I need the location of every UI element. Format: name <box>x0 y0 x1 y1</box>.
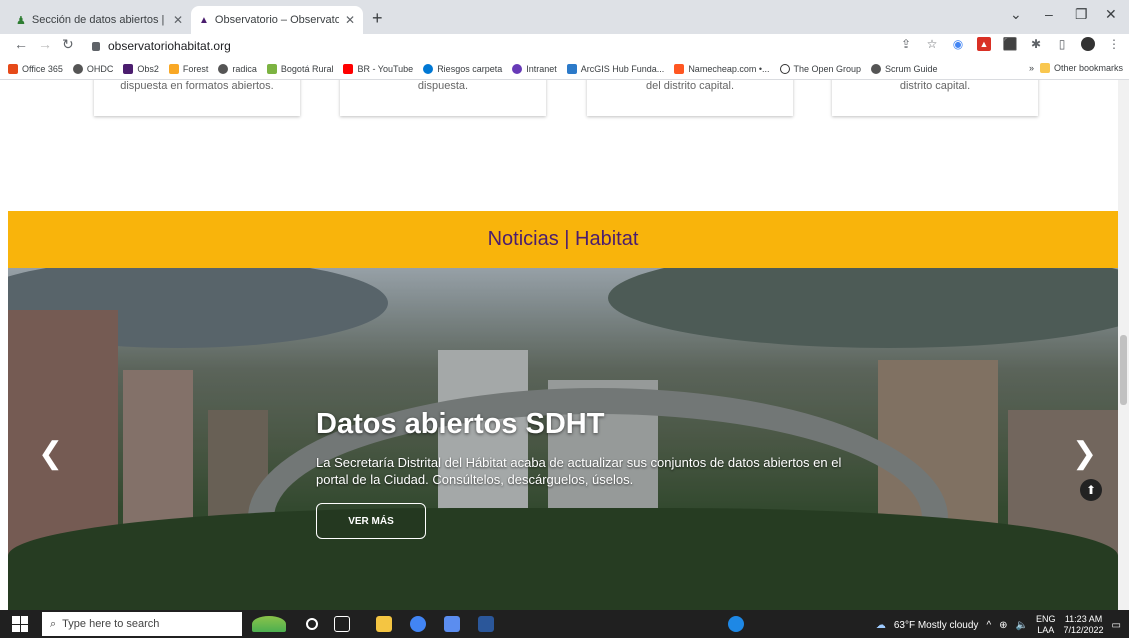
language-indicator[interactable]: ENG LAA <box>1036 614 1056 636</box>
extension-icon[interactable]: ◉ <box>951 37 965 51</box>
lock-icon <box>92 41 100 51</box>
sidebar-icon[interactable]: ▯ <box>1055 37 1069 51</box>
browser-toolbar: ← → ↻ observatoriohabitat.org ⇪ ☆ ◉ ▲ ⬛ … <box>0 34 1129 58</box>
reload-icon[interactable]: ↻ <box>62 36 74 53</box>
folder-icon <box>1039 63 1050 73</box>
bookmarks-overflow-icon[interactable]: » <box>1029 63 1034 73</box>
bookmark-item[interactable]: radica <box>218 63 257 74</box>
globe-icon <box>871 63 882 74</box>
bookmarks-right: » Other bookmarks <box>1029 63 1123 73</box>
other-bookmarks[interactable]: Other bookmarks <box>1039 63 1123 73</box>
cloud-icon <box>423 63 434 74</box>
address-bar[interactable]: observatoriohabitat.org <box>86 35 986 57</box>
star-icon[interactable]: ☆ <box>925 37 939 51</box>
help-icon[interactable] <box>728 616 744 632</box>
open-group-icon <box>779 63 790 74</box>
bookmark-item[interactable]: BR - YouTube <box>343 63 413 74</box>
page-scrollbar[interactable] <box>1118 80 1129 610</box>
search-icon: ⌕ <box>50 617 57 630</box>
tab-datos-abiertos[interactable]: ♟ Sección de datos abiertos | Secre ✕ <box>8 6 191 34</box>
bookmark-item[interactable]: ArcGIS Hub Funda... <box>566 63 664 74</box>
bookmark-item[interactable]: The Open Group <box>779 63 861 74</box>
slide-title: Datos abiertos SDHT <box>316 408 605 440</box>
tab-title: Sección de datos abiertos | Secre <box>31 14 167 26</box>
esri-icon <box>566 63 577 74</box>
bookmarks-bar: Office 365 OHDC Obs2 Forest radica Bogot… <box>0 58 1129 80</box>
news-section-header: Noticias | Habitat <box>8 211 1118 268</box>
profile-avatar[interactable] <box>1081 37 1095 51</box>
app-icon[interactable] <box>444 616 460 632</box>
chrome-icon[interactable] <box>410 616 426 632</box>
window-close-icon[interactable]: ✕ <box>1105 6 1117 23</box>
cloud-weather-icon: ☁ <box>875 619 886 631</box>
bookmark-item[interactable]: Intranet <box>512 63 557 74</box>
ver-mas-button[interactable]: VER MÁS <box>316 503 426 539</box>
windows-start-icon[interactable] <box>12 616 28 632</box>
minimize-icon[interactable]: – <box>1045 6 1053 22</box>
scroll-top-icon[interactable]: ⬆ <box>1080 479 1102 501</box>
bookmark-item[interactable]: Obs2 <box>123 63 159 74</box>
office-icon <box>8 63 18 74</box>
network-icon[interactable]: ⊕ <box>999 620 1007 631</box>
pdf-extension-icon[interactable]: ▲ <box>977 37 991 51</box>
carousel-next-icon[interactable]: ❯ <box>1072 436 1097 471</box>
info-card: dispuesta. <box>340 80 546 116</box>
tab-favicon-icon: ♟ <box>16 14 26 27</box>
bookmark-item[interactable]: OHDC <box>72 63 113 74</box>
browser-tab-strip: ♟ Sección de datos abiertos | Secre ✕ ▲ … <box>0 0 1129 34</box>
globe-icon <box>72 63 83 74</box>
search-highlight-icon <box>252 616 286 632</box>
namecheap-icon <box>674 63 685 74</box>
chevron-up-icon[interactable]: ^ <box>986 620 991 631</box>
kebab-menu-icon[interactable]: ⋮ <box>1107 37 1121 51</box>
notification-icon[interactable]: ▭ <box>1112 620 1121 631</box>
new-tab-icon[interactable]: + <box>372 8 383 29</box>
file-explorer-icon[interactable] <box>376 616 392 632</box>
section-title: Noticias | Habitat <box>487 228 639 250</box>
toolbar-icons: ⇪ ☆ ◉ ▲ ⬛ ✱ ▯ ⋮ <box>899 37 1121 51</box>
close-icon[interactable]: ✕ <box>345 13 355 27</box>
info-card: distrito capital. <box>832 80 1038 116</box>
weather-text[interactable]: 63°F Mostly cloudy <box>894 620 979 631</box>
news-carousel: ❮ ❯ Datos abiertos SDHT La Secretaría Di… <box>8 268 1118 610</box>
extension-icon[interactable]: ⬛ <box>1003 37 1018 51</box>
tab-favicon-icon: ▲ <box>199 14 209 26</box>
chevron-down-icon[interactable]: ⌄ <box>1010 6 1022 23</box>
tab-title: Observatorio – Observatorio de <box>214 14 339 26</box>
youtube-icon <box>343 63 354 74</box>
puzzle-icon[interactable]: ✱ <box>1029 37 1043 51</box>
system-tray: ☁ 63°F Mostly cloudy ^ ⊕ 🔈 ENG LAA 11:23… <box>876 614 1121 636</box>
observatorio-icon <box>123 63 134 74</box>
bookmark-item[interactable]: Scrum Guide <box>871 63 938 74</box>
globe-icon <box>218 63 229 74</box>
bookmark-item[interactable]: Office 365 <box>8 63 63 74</box>
forest-icon <box>168 63 179 74</box>
carousel-prev-icon[interactable]: ❮ <box>38 436 63 471</box>
bookmark-item[interactable]: Namecheap.com •... <box>674 63 770 74</box>
windows-taskbar: ⌕ Type here to search ☁ 63°F Mostly clou… <box>0 610 1129 638</box>
taskbar-search-input[interactable]: ⌕ Type here to search <box>42 612 242 636</box>
bookmark-item[interactable]: Riesgos carpeta <box>423 63 502 74</box>
clock[interactable]: 11:23 AM 7/12/2022 <box>1064 614 1104 636</box>
slide-description: La Secretaría Distrital del Hábitat acab… <box>316 455 842 487</box>
back-icon[interactable]: ← <box>14 36 28 52</box>
cortana-icon[interactable] <box>306 618 318 630</box>
url-text: observatoriohabitat.org <box>108 39 231 53</box>
bookmark-item[interactable]: Bogotá Rural <box>266 63 333 74</box>
word-icon[interactable] <box>478 616 494 632</box>
page-content: dispuesta en formatos abiertos. dispuest… <box>0 80 1118 610</box>
info-card: del distrito capital. <box>587 80 793 116</box>
info-card: dispuesta en formatos abiertos. <box>94 80 300 116</box>
close-icon[interactable]: ✕ <box>173 13 183 27</box>
share-icon[interactable]: ⇪ <box>899 37 913 51</box>
leaf-icon <box>266 63 277 74</box>
intranet-icon <box>512 63 523 74</box>
tab-observatorio[interactable]: ▲ Observatorio – Observatorio de ✕ <box>191 6 363 34</box>
bookmark-item[interactable]: Forest <box>168 63 208 74</box>
scrollbar-thumb[interactable] <box>1120 335 1127 405</box>
forward-icon[interactable]: → <box>38 36 52 52</box>
volume-icon[interactable]: 🔈 <box>1016 620 1028 631</box>
task-view-icon[interactable] <box>334 616 350 632</box>
restore-icon[interactable]: ❐ <box>1075 6 1088 23</box>
